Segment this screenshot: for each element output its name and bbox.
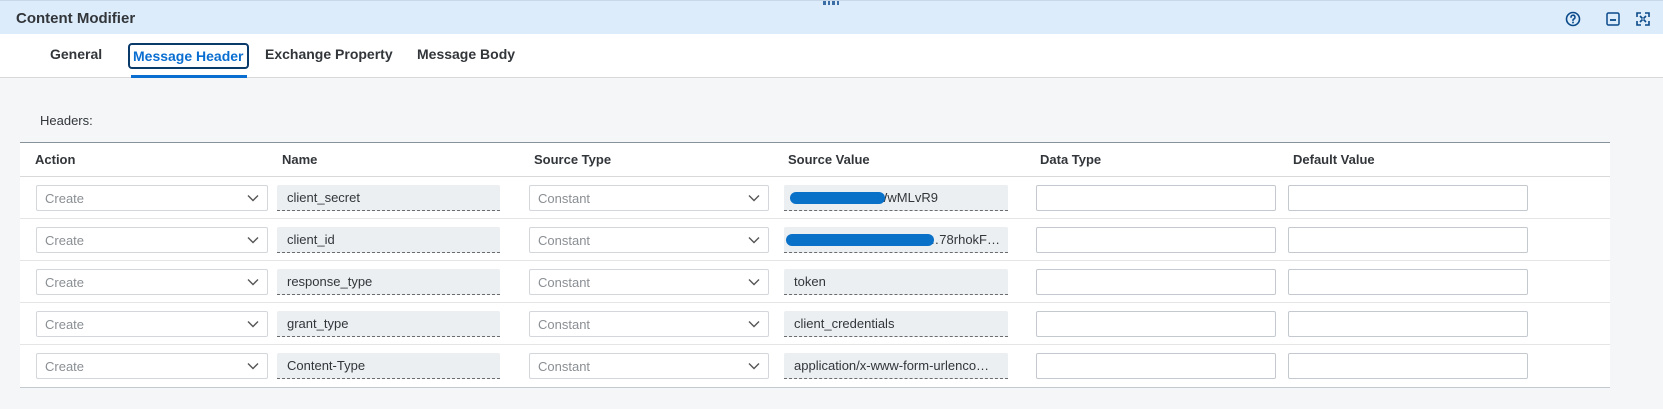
source-type-select[interactable]: Constant [529,311,769,337]
chevron-down-icon [247,195,259,202]
default-value-input[interactable] [1288,269,1528,295]
source-type-select-value: Constant [538,359,591,374]
source-type-select-value: Constant [538,233,591,248]
source-value-field: …6WwMLvR9 [784,185,1008,211]
column-header-action: Action [35,152,76,167]
chevron-down-icon [247,279,259,286]
source-type-select-value: Constant [538,275,591,290]
default-value-input[interactable] [1288,185,1528,211]
fullscreen-icon[interactable] [1633,9,1653,29]
data-type-input[interactable] [1036,269,1276,295]
action-select[interactable]: Create [36,311,268,337]
chevron-down-icon [748,237,760,244]
source-value-field: application/x-www-form-urlenco… [784,353,1008,379]
chevron-down-icon [247,321,259,328]
table-header-row: Action Name Source Type Source Value Dat… [20,143,1610,177]
source-type-select[interactable]: Constant [529,227,769,253]
name-field: grant_type [277,311,500,337]
redaction-mark [786,234,934,246]
table-row: Create response_type Constant token [20,261,1610,303]
source-type-select-value: Constant [538,317,591,332]
dialog-header: Content Modifier [0,0,1663,34]
action-select-value: Create [45,359,85,374]
tab-exchange-property[interactable]: Exchange Property [262,43,396,69]
tab-general[interactable]: General [47,43,105,69]
column-header-data-type: Data Type [1040,152,1102,167]
chevron-down-icon [748,363,760,370]
chevron-down-icon [748,195,760,202]
action-select[interactable]: Create [36,269,268,295]
redaction-mark [790,192,885,204]
name-field: response_type [277,269,500,295]
default-value-input[interactable] [1288,311,1528,337]
table-row: Create client_secret Constant …6WwMLvR9 [20,177,1610,219]
tab-message-body[interactable]: Message Body [414,43,518,69]
tab-message-header[interactable]: Message Header [128,43,249,69]
data-type-input[interactable] [1036,353,1276,379]
source-value-text: client_credentials [794,316,895,331]
headers-table: Action Name Source Type Source Value Dat… [20,142,1610,388]
action-select[interactable]: Create [36,353,268,379]
name-field: client_secret [277,185,500,211]
chevron-down-icon [748,321,760,328]
table-row: Create Content-Type Constant application… [20,345,1610,387]
action-select-value: Create [45,191,85,206]
chevron-down-icon [247,237,259,244]
help-icon[interactable] [1563,9,1583,29]
action-select-value: Create [45,275,85,290]
data-type-input[interactable] [1036,311,1276,337]
source-type-select[interactable]: Constant [529,269,769,295]
headers-section-label: Headers: [40,113,93,128]
name-field: Content-Type [277,353,500,379]
column-header-source-value: Source Value [788,152,870,167]
table-row: Create grant_type Constant client_creden… [20,303,1610,345]
tab-bar: General Message Header Exchange Property… [0,34,1663,78]
name-field: client_id [277,227,500,253]
source-value-field: client_credentials [784,311,1008,337]
action-select-value: Create [45,317,85,332]
default-value-input[interactable] [1288,353,1528,379]
column-header-default-value: Default Value [1293,152,1375,167]
action-select-value: Create [45,233,85,248]
source-value-text: application/x-www-form-urlenco… [794,358,990,373]
data-type-input[interactable] [1036,227,1276,253]
action-select[interactable]: Create [36,185,268,211]
active-tab-indicator [131,75,247,78]
chevron-down-icon [247,363,259,370]
minimize-icon[interactable] [1603,9,1623,29]
column-header-source-type: Source Type [534,152,612,167]
column-header-name: Name [282,152,318,167]
default-value-input[interactable] [1288,227,1528,253]
source-value-field: …78rhokF… [784,227,1008,253]
table-row: Create client_id Constant …78rhokF… [20,219,1610,261]
source-value-field: token [784,269,1008,295]
source-value-text: …78rhokF… [926,232,1000,247]
source-value-text: token [794,274,826,289]
source-type-select[interactable]: Constant [529,353,769,379]
source-type-select[interactable]: Constant [529,185,769,211]
action-select[interactable]: Create [36,227,268,253]
chevron-down-icon [748,279,760,286]
dialog-title: Content Modifier [16,10,136,27]
data-type-input[interactable] [1036,185,1276,211]
source-type-select-value: Constant [538,191,591,206]
resize-grip-icon[interactable] [823,1,839,5]
